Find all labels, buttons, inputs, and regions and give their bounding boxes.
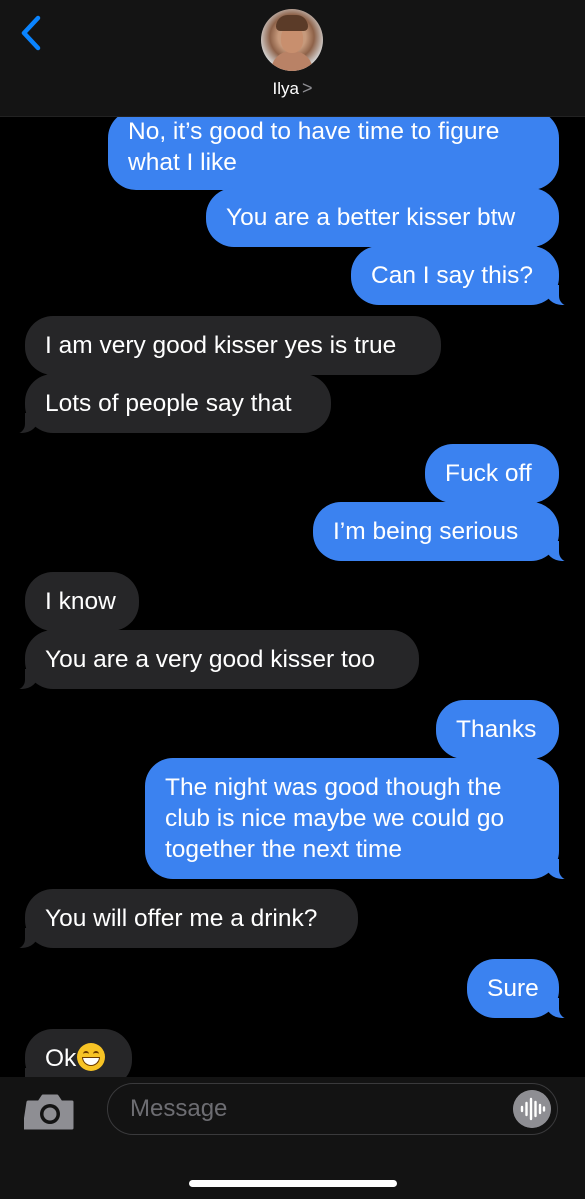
grinning-face-emoji-icon <box>77 1043 106 1071</box>
message-composer: Message <box>0 1077 585 1199</box>
message-bubble-sent[interactable]: Thanks <box>436 700 559 759</box>
chevron-right-icon: > <box>301 78 313 98</box>
back-chevron-icon[interactable] <box>16 14 46 54</box>
message-text: You will offer me a drink? <box>45 905 318 932</box>
message-text: Fuck off <box>445 460 532 487</box>
contact-name-button[interactable]: Ilya > <box>0 78 585 99</box>
message-text: Sure <box>487 975 539 1002</box>
message-text: I’m being serious <box>333 518 519 545</box>
message-bubble-sent[interactable]: Fuck off <box>425 444 559 503</box>
message-text: Lots of people say that <box>45 390 292 417</box>
message-text: I know <box>45 588 116 615</box>
contact-name: Ilya <box>272 79 299 98</box>
message-placeholder: Message <box>130 1095 228 1122</box>
message-bubble-received[interactable]: Lots of people say that <box>13 374 331 434</box>
message-text: Thanks <box>456 716 537 743</box>
message-bubble-sent[interactable]: Can I say this? <box>351 246 571 306</box>
camera-icon[interactable] <box>24 1092 76 1132</box>
message-bubble-sent[interactable]: Sure <box>467 959 571 1019</box>
conversation-header: Ilya > <box>0 0 585 117</box>
message-bubble-sent[interactable]: The night was good though the club is ni… <box>145 758 571 880</box>
voice-waveform-icon[interactable] <box>513 1090 551 1128</box>
message-bubble-received[interactable]: You are a very good kisser too <box>13 630 419 690</box>
message-bubble-sent[interactable]: You are a better kisser btw <box>206 188 559 247</box>
home-indicator <box>189 1180 397 1187</box>
message-bubble-received[interactable]: You will offer me a drink? <box>13 889 358 949</box>
message-bubble-received[interactable]: I know <box>25 572 139 631</box>
message-bubble-sent[interactable]: No, it’s good to have time to figure wha… <box>108 110 559 190</box>
message-text: Ok <box>45 1045 77 1072</box>
message-bubble-received[interactable]: I am very good kisser yes is true <box>25 316 441 375</box>
message-bubble-sent[interactable]: I’m being serious <box>313 502 571 562</box>
contact-avatar[interactable] <box>261 9 323 71</box>
message-text: You are a better kisser btw <box>226 204 516 231</box>
message-text: Can I say this? <box>371 262 534 289</box>
message-input[interactable]: Message <box>107 1083 558 1135</box>
message-text: No, it’s good to have time to figure wha… <box>128 118 500 176</box>
message-thread: No, it’s good to have time to figure wha… <box>0 0 585 1199</box>
message-text: You are a very good kisser too <box>45 646 376 673</box>
message-text: The night was good though the club is ni… <box>165 774 505 863</box>
message-text: I am very good kisser yes is true <box>45 332 397 359</box>
